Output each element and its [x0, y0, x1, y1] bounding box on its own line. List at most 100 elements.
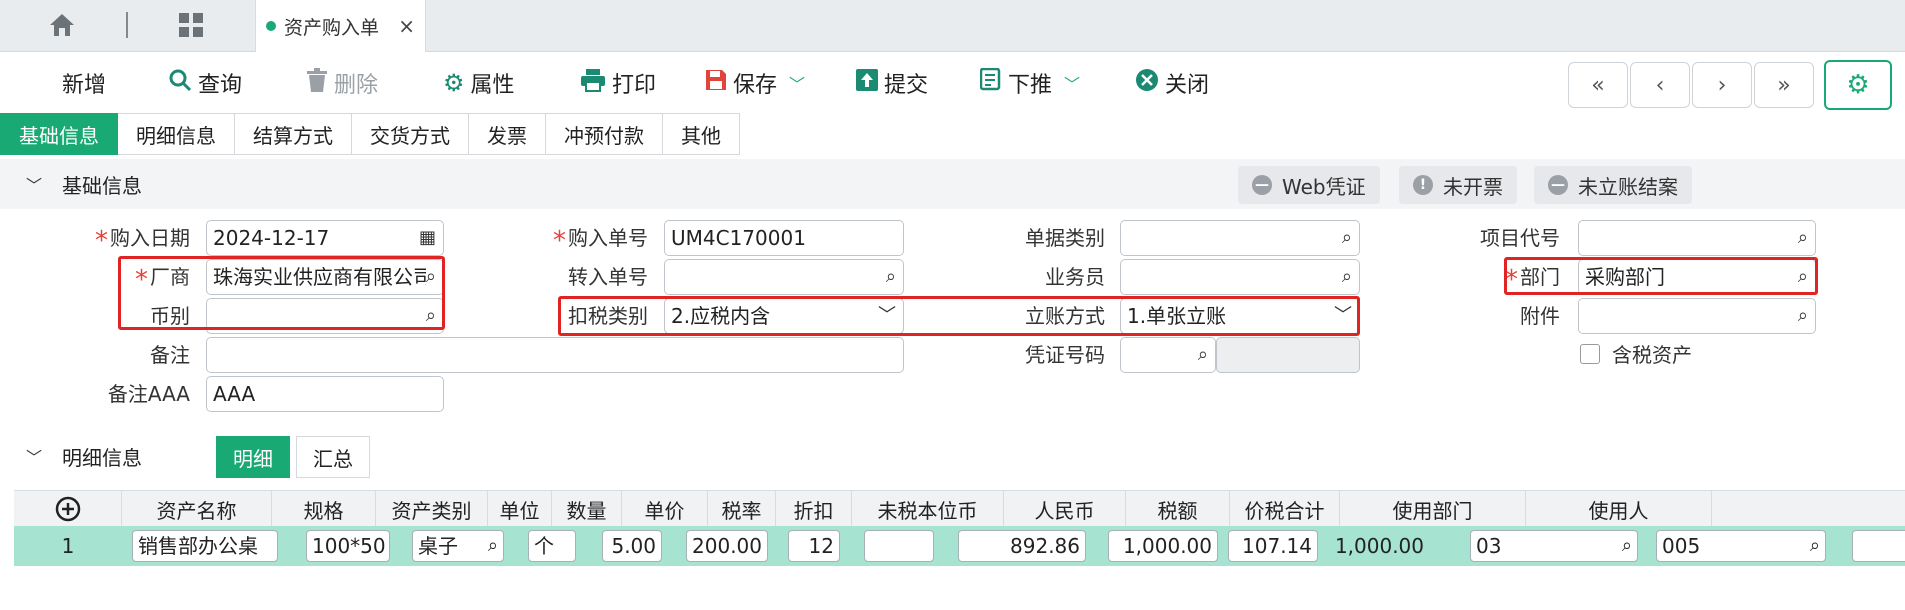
close-label: 关闭	[1165, 73, 1210, 98]
salesman-field[interactable]: ⌕	[1120, 259, 1360, 295]
tax-rate-cell[interactable]: 12	[788, 530, 840, 562]
search-icon[interactable]: ⌕	[1342, 221, 1352, 255]
push-down-label: 下推	[1008, 73, 1053, 98]
col-header: 未税本位币	[852, 491, 1004, 527]
toolbar: 新增 查询 删除 ⚙ 属性 打印 保存 ﹀ 提交 下推 ﹀ 关闭 « ‹ › »…	[0, 53, 1905, 113]
discount-cell[interactable]	[864, 530, 934, 562]
chevron-down-icon[interactable]: ﹀	[1064, 71, 1080, 95]
last-record-button[interactable]: »	[1754, 62, 1814, 108]
tax-asset-checkbox[interactable]	[1580, 344, 1600, 364]
price-cell[interactable]: 200.00	[686, 530, 768, 562]
minus-icon: —	[1252, 175, 1272, 195]
submit-button[interactable]: 提交	[856, 53, 928, 113]
search-icon[interactable]: ⌕	[1198, 338, 1208, 372]
project-code-label: 项目代号	[1480, 226, 1560, 250]
search-icon[interactable]: ⌕	[1810, 531, 1820, 561]
col-header: 单价	[622, 491, 708, 527]
col-header: 税率	[708, 491, 776, 527]
document-tab-label: 资产购入单	[284, 16, 380, 39]
chevron-down-icon[interactable]: ﹀	[26, 444, 42, 468]
web-voucher-badge[interactable]: — Web凭证	[1238, 166, 1380, 204]
voucher-no-field[interactable]: ⌕	[1120, 337, 1216, 373]
col-header: 折扣	[776, 491, 852, 527]
grid-icon[interactable]	[178, 12, 204, 38]
uninvoiced-badge[interactable]: ! 未开票	[1399, 166, 1517, 204]
extra-cell[interactable]	[1852, 530, 1905, 562]
attachment-field[interactable]: ⌕	[1578, 298, 1816, 334]
tab-invoice[interactable]: 发票	[469, 113, 546, 155]
properties-button[interactable]: ⚙ 属性	[443, 53, 515, 113]
purchase-date-label: * 购入日期	[95, 226, 190, 256]
close-button[interactable]: 关闭	[1135, 53, 1209, 113]
project-code-field[interactable]: ⌕	[1578, 220, 1816, 256]
unit-cell[interactable]: 个	[528, 530, 576, 562]
remark-aaa-field[interactable]: AAA	[206, 376, 444, 412]
salesman-label: 业务员	[1045, 265, 1105, 289]
section-title: 基础信息	[62, 173, 143, 198]
add-button[interactable]: 新增	[62, 53, 106, 113]
save-button[interactable]: 保存 ﹀	[705, 53, 805, 113]
tax-amount-cell[interactable]: 107.14	[1228, 530, 1318, 562]
tab-prepayment[interactable]: 冲预付款	[546, 113, 663, 155]
rmb-cell[interactable]: 1,000.00	[1108, 530, 1218, 562]
category-cell[interactable]: 桌子 ⌕	[412, 530, 504, 562]
search-icon[interactable]: ⌕	[1798, 221, 1808, 255]
search-icon[interactable]: ⌕	[886, 260, 896, 294]
next-record-button[interactable]: ›	[1692, 62, 1752, 108]
query-label: 查询	[198, 73, 243, 98]
home-icon[interactable]	[48, 12, 78, 38]
search-icon[interactable]: ⌕	[1798, 299, 1808, 333]
tab-settlement[interactable]: 结算方式	[235, 113, 352, 155]
tab-delivery[interactable]: 交货方式	[352, 113, 469, 155]
tab-detail[interactable]: 明细	[216, 436, 290, 478]
save-label: 保存	[733, 73, 778, 98]
purchase-date-field[interactable]: 2024-12-17 ▦	[206, 220, 444, 256]
print-button[interactable]: 打印	[580, 53, 656, 113]
close-circle-icon	[1135, 68, 1159, 98]
transfer-no-label: 转入单号	[568, 265, 648, 289]
tab-summary[interactable]: 汇总	[296, 436, 370, 478]
search-icon[interactable]: ⌕	[488, 531, 498, 561]
use-dept-cell[interactable]: 03 ⌕	[1470, 530, 1638, 562]
exclamation-icon: !	[1413, 175, 1433, 195]
search-icon[interactable]: ⌕	[1622, 531, 1632, 561]
col-header: 资产类别	[376, 491, 488, 527]
close-tab-icon[interactable]: ×	[398, 14, 415, 38]
doc-type-field[interactable]: ⌕	[1120, 220, 1360, 256]
tab-other[interactable]: 其他	[663, 113, 740, 155]
first-record-button[interactable]: «	[1568, 62, 1628, 108]
asset-name-cell[interactable]: 销售部办公桌	[132, 530, 278, 562]
top-tab-bar: 资产购入单 ×	[0, 0, 1905, 52]
calendar-icon[interactable]: ▦	[419, 221, 436, 255]
unposted-badge[interactable]: — 未立账结案	[1534, 166, 1692, 204]
transfer-no-field[interactable]: ⌕	[664, 259, 904, 295]
chevron-down-icon[interactable]: ﹀	[789, 71, 805, 95]
untaxed-cell[interactable]: 892.86	[958, 530, 1086, 562]
col-header: 规格	[272, 491, 376, 527]
col-header: 人民币	[1004, 491, 1126, 527]
total-cell: 1,000.00	[1334, 534, 1424, 558]
remark-field[interactable]	[206, 337, 904, 373]
push-down-button[interactable]: 下推 ﹀	[979, 53, 1080, 113]
col-header: 数量	[552, 491, 622, 527]
highlight-dept	[1504, 257, 1818, 295]
tab-basic-info[interactable]: 基础信息	[0, 113, 118, 155]
chevron-down-icon[interactable]: ﹀	[26, 172, 42, 196]
highlight-tax-posting	[558, 296, 1360, 336]
user-cell[interactable]: 005 ⌕	[1656, 530, 1826, 562]
settings-button[interactable]: ⚙	[1824, 60, 1892, 110]
delete-button[interactable]: 删除	[306, 53, 378, 113]
document-icon	[979, 67, 1002, 98]
remark-label: 备注	[150, 343, 190, 367]
query-button[interactable]: 查询	[168, 53, 242, 113]
spec-cell[interactable]: 100*50	[306, 530, 390, 562]
add-row-icon[interactable]	[14, 491, 122, 527]
tab-detail-info[interactable]: 明细信息	[118, 113, 235, 155]
purchase-no-field[interactable]: UM4C170001	[664, 220, 904, 256]
search-icon[interactable]: ⌕	[1342, 260, 1352, 294]
minus-icon: —	[1548, 175, 1568, 195]
document-tab[interactable]: 资产购入单 ×	[255, 0, 426, 52]
table-row[interactable]: 1 销售部办公桌 100*50 桌子 ⌕ 个 5.00 200.00 12 892…	[14, 526, 1905, 566]
qty-cell[interactable]: 5.00	[602, 530, 662, 562]
prev-record-button[interactable]: ‹	[1630, 62, 1690, 108]
